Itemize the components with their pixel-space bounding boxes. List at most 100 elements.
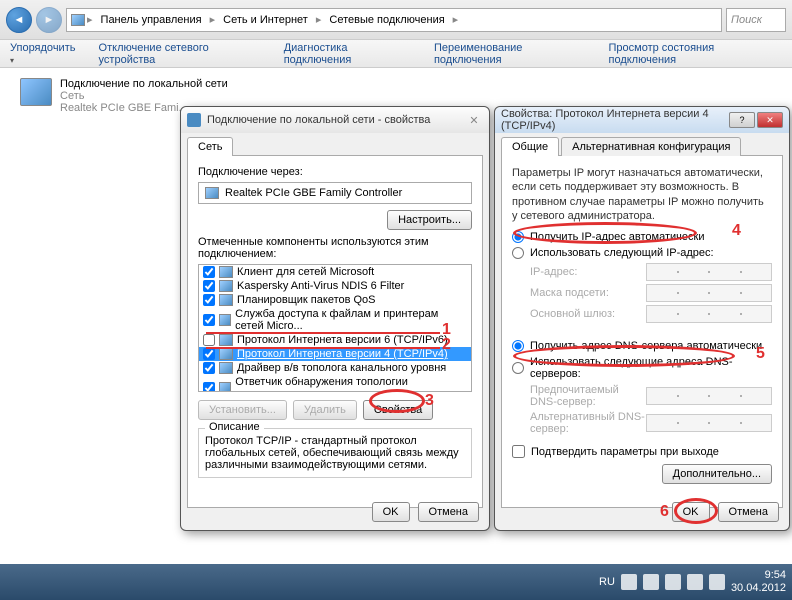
dns-manual-radio-row[interactable]: Использовать следующие адреса DNS-сервер… (512, 356, 772, 380)
nav-bar: ◄ ► ▸ Панель управления ▸ Сеть и Интерне… (0, 0, 792, 40)
breadcrumb[interactable]: ▸ Панель управления ▸ Сеть и Интернет ▸ … (66, 8, 722, 32)
ip-addr-input (646, 263, 772, 281)
time: 9:54 (731, 569, 786, 582)
dns-auto-radio[interactable] (512, 340, 524, 352)
dialog-titlebar[interactable]: Свойства: Протокол Интернета версии 4 (T… (495, 107, 789, 133)
breadcrumb-item[interactable]: Сеть и Интернет (217, 12, 314, 28)
component-item[interactable]: Ответчик обнаружения топологии канальног… (199, 375, 471, 392)
advanced-button[interactable]: Дополнительно... (662, 464, 772, 484)
gateway-input (646, 305, 772, 323)
ok-button[interactable]: OK (672, 502, 710, 522)
ok-button[interactable]: OK (372, 502, 410, 522)
component-item-ipv4[interactable]: Протокол Интернета версии 4 (TCP/IPv4) (199, 347, 471, 361)
taskbar[interactable]: RU 9:54 30.04.2012 (0, 564, 792, 600)
component-checkbox[interactable] (203, 334, 215, 346)
description-title: Описание (205, 421, 264, 433)
dns-manual-label: Использовать следующие адреса DNS-сервер… (530, 356, 772, 380)
connection-status: Сеть (60, 90, 228, 102)
cancel-button[interactable]: Отмена (418, 502, 479, 522)
toolbar-organize[interactable]: Упорядочить (10, 42, 81, 66)
ip-manual-radio[interactable] (512, 247, 524, 259)
dialog-buttons: OK Отмена (672, 502, 779, 522)
component-checkbox[interactable] (203, 266, 215, 278)
window-controls: ? ✕ (729, 112, 783, 128)
properties-button[interactable]: Свойства (363, 400, 433, 420)
cancel-button[interactable]: Отмена (718, 502, 779, 522)
component-icon (219, 334, 233, 346)
configure-button[interactable]: Настроить... (387, 210, 472, 230)
tray-icon[interactable] (687, 574, 703, 590)
help-button[interactable]: ? (729, 112, 755, 128)
component-icon (219, 348, 233, 360)
component-item[interactable]: Драйвер в/в тополога канального уровня (199, 361, 471, 375)
toolbar-rename[interactable]: Переименование подключения (434, 42, 591, 66)
tab-pane: Параметры IP могут назначаться автоматич… (501, 155, 783, 508)
component-checkbox[interactable] (203, 362, 215, 374)
chevron-right-icon: ▸ (210, 13, 216, 26)
ip-auto-radio-row[interactable]: Получить IP-адрес автоматически (512, 231, 772, 243)
explorer-toolbar: Упорядочить Отключение сетевого устройст… (0, 40, 792, 68)
chevron-right-icon: ▸ (87, 13, 93, 26)
tab-general[interactable]: Общие (501, 137, 559, 156)
description-group: Описание Протокол TCP/IP - стандартный п… (198, 428, 472, 478)
search-input[interactable]: Поиск (726, 8, 786, 32)
tray-icon[interactable] (665, 574, 681, 590)
tab-network[interactable]: Сеть (187, 137, 233, 156)
breadcrumb-item[interactable]: Панель управления (95, 12, 208, 28)
dialog-titlebar[interactable]: Подключение по локальной сети - свойства… (181, 107, 489, 133)
dns-auto-radio-row[interactable]: Получить адрес DNS-сервера автоматически (512, 340, 772, 352)
validate-row[interactable]: Подтвердить параметры при выходе (512, 445, 772, 458)
component-checkbox[interactable] (203, 348, 215, 360)
dns-alt-label: Альтернативный DNS-сервер: (530, 411, 646, 435)
tray-icon[interactable] (621, 574, 637, 590)
breadcrumb-item[interactable]: Сетевые подключения (323, 12, 450, 28)
info-text: Параметры IP могут назначаться автоматич… (512, 166, 772, 223)
tray-icon[interactable] (643, 574, 659, 590)
ip-manual-radio-row[interactable]: Использовать следующий IP-адрес: (512, 247, 772, 259)
component-icon (219, 294, 233, 306)
validate-checkbox[interactable] (512, 445, 525, 458)
breadcrumb-icon (71, 14, 85, 26)
adapter-icon (205, 187, 219, 199)
adapter-name: Realtek PCIe GBE Family Controller (225, 187, 402, 199)
ip-auto-radio[interactable] (512, 231, 524, 243)
components-label: Отмеченные компоненты используются этим … (198, 236, 472, 260)
tray-icon[interactable] (709, 574, 725, 590)
mask-input (646, 284, 772, 302)
clock[interactable]: 9:54 30.04.2012 (731, 569, 786, 595)
chevron-right-icon: ▸ (453, 13, 459, 26)
forward-button[interactable]: ► (36, 7, 62, 33)
chevron-right-icon: ▸ (316, 13, 322, 26)
tab-row: Общие Альтернативная конфигурация (501, 137, 783, 156)
network-adapter-icon (20, 78, 52, 106)
component-checkbox[interactable] (203, 280, 215, 292)
dns-fields: Предпочитаемый DNS-сервер: Альтернативны… (530, 384, 772, 435)
component-checkbox[interactable] (203, 294, 215, 306)
component-item[interactable]: Планировщик пакетов QoS (199, 293, 471, 307)
connection-title: Подключение по локальной сети (60, 78, 228, 90)
back-button[interactable]: ◄ (6, 7, 32, 33)
component-icon (219, 266, 233, 278)
close-button[interactable]: ✕ (465, 114, 483, 127)
component-item[interactable]: Служба доступа к файлам и принтерам сете… (199, 307, 471, 333)
toolbar-disable[interactable]: Отключение сетевого устройства (99, 42, 266, 66)
connection-properties-dialog: Подключение по локальной сети - свойства… (180, 106, 490, 531)
toolbar-diagnose[interactable]: Диагностика подключения (284, 42, 416, 66)
component-item-ipv6[interactable]: Протокол Интернета версии 6 (TCP/IPv6) (199, 333, 471, 347)
component-item[interactable]: Kaspersky Anti-Virus NDIS 6 Filter (199, 279, 471, 293)
ip-fields: IP-адрес: Маска подсети: Основной шлюз: (530, 263, 772, 323)
dns-auto-label: Получить адрес DNS-сервера автоматически (530, 340, 762, 352)
component-checkbox[interactable] (203, 382, 215, 392)
install-button[interactable]: Установить... (198, 400, 287, 420)
language-indicator[interactable]: RU (599, 576, 615, 588)
tab-alternative[interactable]: Альтернативная конфигурация (561, 137, 741, 156)
component-checkbox[interactable] (203, 314, 215, 326)
remove-button[interactable]: Удалить (293, 400, 357, 420)
close-button[interactable]: ✕ (757, 112, 783, 128)
components-list[interactable]: Клиент для сетей Microsoft Kaspersky Ant… (198, 264, 472, 392)
dns-manual-radio[interactable] (512, 362, 524, 374)
component-buttons: Установить... Удалить Свойства (198, 400, 472, 420)
toolbar-status[interactable]: Просмотр состояния подключения (609, 42, 783, 66)
component-item[interactable]: Клиент для сетей Microsoft (199, 265, 471, 279)
description-text: Протокол TCP/IP - стандартный протокол г… (205, 435, 465, 471)
